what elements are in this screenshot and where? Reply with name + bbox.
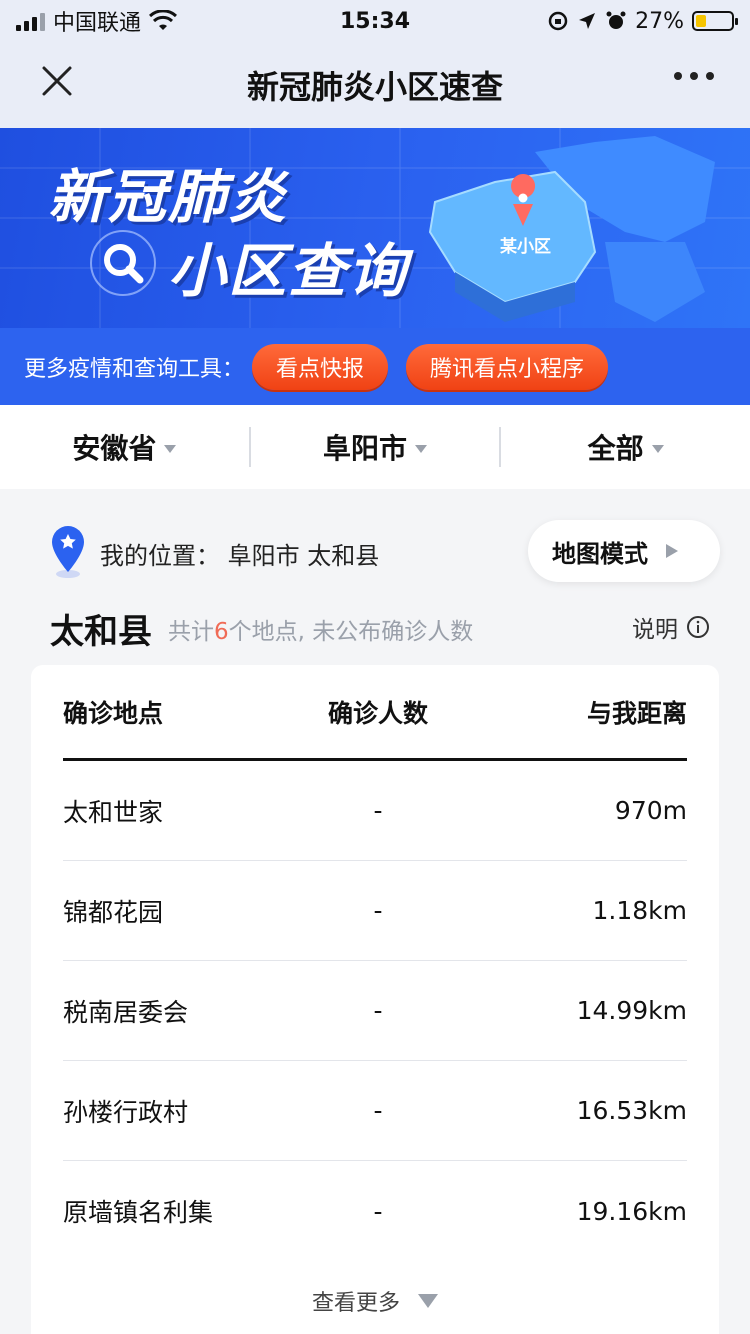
location-count: 6 — [214, 619, 229, 645]
view-more-button[interactable]: 查看更多 — [31, 1285, 719, 1317]
province-label: 安徽省 — [72, 432, 157, 465]
row-place: 太和世家 — [63, 797, 164, 827]
play-arrow-icon — [666, 544, 678, 558]
map-mode-button[interactable]: 地图模式 — [528, 520, 720, 582]
explain-label: 说明 — [632, 617, 678, 643]
rotation-lock-icon — [548, 11, 568, 31]
info-icon — [687, 616, 709, 638]
row-distance: 16.53km — [576, 1096, 687, 1125]
row-cases: - — [373, 1196, 383, 1226]
carrier-label: 中国联通 — [53, 11, 142, 36]
city-dropdown[interactable]: 阜阳市 — [251, 427, 500, 467]
table-row[interactable]: 税南居委会 - 14.99km — [63, 961, 687, 1061]
row-distance: 1.18km — [592, 896, 688, 925]
county-summary: 共计6个地点, 未公布确诊人数 — [168, 612, 473, 646]
row-distance: 19.16km — [576, 1196, 687, 1226]
table-row[interactable]: 太和世家 - 970m — [63, 761, 687, 861]
nav-bar: 新冠肺炎小区速查 — [0, 42, 750, 128]
row-place: 税南居委会 — [63, 997, 189, 1027]
alarm-icon — [606, 11, 626, 29]
district-label: 全部 — [587, 432, 644, 465]
battery-icon — [692, 11, 738, 31]
table-row[interactable]: 孙楼行政村 - 16.53km — [63, 1061, 687, 1161]
county-name: 太和县 — [50, 612, 152, 652]
status-left: 中国联通 — [16, 5, 178, 37]
tools-label: 更多疫情和查询工具： — [24, 356, 245, 382]
chevron-down-icon — [651, 445, 664, 453]
my-location-text: 我的位置： 阜阳市 太和县 — [100, 542, 380, 570]
signal-icon — [16, 11, 45, 31]
chevron-down-icon — [415, 445, 428, 453]
header-distance: 与我距离 — [586, 698, 687, 728]
row-distance: 14.99km — [576, 996, 687, 1025]
summary-suffix: 个地点, 未公布确诊人数 — [228, 619, 474, 645]
county-header: 太和县 共计6个地点, 未公布确诊人数 说明 — [50, 600, 710, 652]
location-arrow-icon — [579, 13, 596, 29]
row-cases: - — [373, 996, 383, 1025]
page-title: 新冠肺炎小区速查 — [246, 68, 503, 106]
row-place: 孙楼行政村 — [63, 1097, 189, 1127]
kandian-miniprogram-button[interactable]: 腾讯看点小程序 — [406, 343, 609, 390]
map-mode-label: 地图模式 — [552, 539, 648, 568]
table-row[interactable]: 锦都花园 - 1.18km — [63, 861, 687, 961]
explain-button[interactable]: 说明 — [632, 610, 710, 644]
battery-percent: 27% — [635, 8, 684, 34]
row-place: 原墙镇名利集 — [63, 1198, 214, 1227]
province-dropdown[interactable]: 安徽省 — [0, 427, 249, 467]
district-dropdown[interactable]: 全部 — [501, 427, 750, 467]
row-cases: - — [373, 1096, 383, 1125]
city-label: 阜阳市 — [323, 432, 408, 465]
summary-prefix: 共计 — [168, 619, 214, 645]
chevron-down-icon — [164, 445, 177, 453]
locations-table-card: 确诊地点 确诊人数 与我距离 太和世家 - 970m 锦都花园 - 1.18km… — [31, 665, 719, 1334]
map-pin-label: 某小区 — [500, 237, 551, 257]
close-icon[interactable] — [40, 64, 74, 98]
status-bar: 中国联通 15:34 27% — [0, 0, 750, 42]
banner-title-line1: 新冠肺炎 — [48, 163, 289, 231]
location-pin-icon — [52, 526, 84, 578]
view-more-label: 查看更多 — [311, 1291, 400, 1316]
status-right: 27% — [547, 8, 738, 34]
tools-strip: 更多疫情和查询工具： 看点快报 腾讯看点小程序 — [0, 328, 750, 405]
wifi-icon — [149, 10, 178, 30]
row-cases: - — [373, 796, 383, 825]
row-cases: - — [373, 896, 383, 925]
header-place: 确诊地点 — [63, 698, 164, 728]
my-location-row: 我的位置： 阜阳市 太和县 地图模式 — [0, 520, 750, 584]
region-filter-bar: 安徽省 阜阳市 全部 — [0, 405, 750, 489]
kandian-news-button[interactable]: 看点快报 — [252, 343, 389, 390]
hero-banner: 新冠肺炎 小区查询 某小区 — [0, 128, 750, 328]
row-place: 锦都花园 — [63, 897, 164, 927]
map-illustration-icon — [428, 136, 715, 322]
table-header: 确诊地点 确诊人数 与我距离 — [63, 665, 687, 761]
row-distance: 970m — [614, 796, 687, 825]
header-cases: 确诊人数 — [327, 698, 428, 728]
banner-title-line2: 小区查询 — [168, 237, 409, 305]
table-row[interactable]: 原墙镇名利集 - 19.16km — [63, 1161, 687, 1261]
chevron-down-icon — [418, 1294, 438, 1308]
search-icon — [90, 230, 156, 296]
more-icon[interactable] — [674, 72, 714, 80]
